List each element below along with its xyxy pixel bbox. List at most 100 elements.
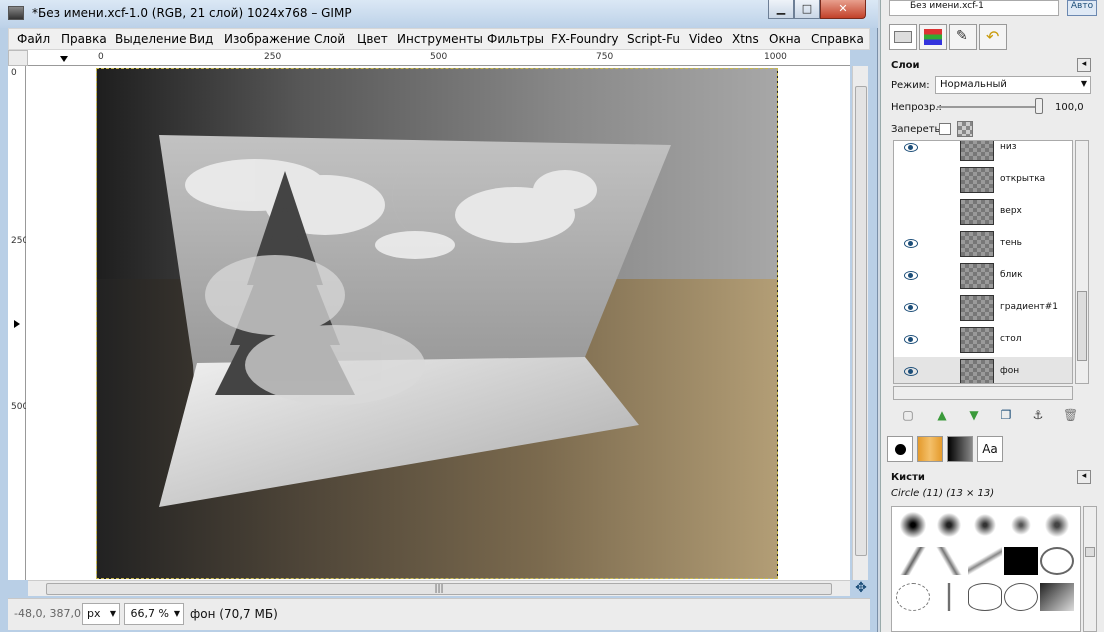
layer-row[interactable]: тень	[894, 229, 1072, 261]
layer-row[interactable]: блик	[894, 261, 1072, 293]
brushes-scrollbar[interactable]	[1083, 506, 1097, 632]
menu-file[interactable]: Файл	[17, 32, 50, 46]
menu-view[interactable]: Вид	[189, 32, 213, 46]
visibility-eye-icon[interactable]	[904, 335, 918, 344]
auto-button[interactable]: Авто	[1067, 0, 1097, 16]
fonts-tab[interactable]: Aa	[977, 436, 1003, 462]
brush-thumb[interactable]	[896, 511, 930, 539]
layers-tab[interactable]	[889, 24, 917, 50]
brush-thumb[interactable]	[1040, 583, 1074, 611]
layers-scroll-thumb[interactable]	[1077, 291, 1087, 361]
layer-name: верх	[1000, 206, 1022, 216]
maximize-button[interactable]: □	[794, 0, 820, 19]
brush-thumb[interactable]	[968, 511, 1002, 539]
brushes-scroll-thumb[interactable]	[1085, 547, 1095, 557]
gimp-image-window: *Без имени.xcf-1.0 (RGB, 21 слой) 1024x7…	[0, 0, 878, 632]
brush-thumb[interactable]	[1004, 511, 1038, 539]
close-button[interactable]: ✕	[820, 0, 866, 19]
layer-row[interactable]: градиент#1	[894, 293, 1072, 325]
layer-row[interactable]: фон	[894, 357, 1072, 383]
brush-info: Circle (11) (13 × 13)	[891, 488, 995, 499]
menu-bar: Файл Правка Выделение Вид Изображение Сл…	[8, 28, 870, 50]
layer-row[interactable]: стол	[894, 325, 1072, 357]
minimize-button[interactable]: ▁	[768, 0, 794, 19]
lock-alpha-icon[interactable]	[957, 121, 973, 137]
brush-thumb[interactable]	[968, 583, 1002, 611]
horizontal-ruler[interactable]: 0 250 500 750 1000	[28, 50, 850, 66]
visibility-eye-icon[interactable]	[904, 303, 918, 312]
horizontal-scrollbar[interactable]: |||	[28, 580, 850, 596]
pointer-marker	[60, 56, 68, 62]
brush-thumb[interactable]	[1040, 511, 1074, 539]
layers-hscrollbar[interactable]	[893, 386, 1073, 400]
brush-thumb[interactable]	[932, 547, 966, 575]
brushes-grid[interactable]	[891, 506, 1081, 632]
menu-select[interactable]: Выделение	[115, 32, 186, 46]
visibility-eye-icon[interactable]	[904, 367, 918, 376]
patterns-tab[interactable]	[917, 436, 943, 462]
menu-filters[interactable]: Фильтры	[487, 32, 544, 46]
brush-thumb[interactable]	[1040, 547, 1074, 575]
brush-thumb[interactable]	[1004, 583, 1038, 611]
gradients-tab[interactable]	[947, 436, 973, 462]
menu-help[interactable]: Справка	[811, 32, 864, 46]
brush-thumb[interactable]	[896, 583, 930, 611]
menu-edit[interactable]: Правка	[61, 32, 107, 46]
paths-tab[interactable]: ✎	[949, 24, 977, 50]
opacity-slider-handle[interactable]	[1035, 98, 1043, 114]
ruler-corner[interactable]	[8, 50, 28, 66]
layer-thumbnail	[960, 141, 994, 161]
menu-image[interactable]: Изображение	[224, 32, 310, 46]
brush-thumb[interactable]	[932, 583, 966, 611]
new-layer-icon[interactable]: ▢	[901, 408, 915, 422]
lock-pixels-checkbox[interactable]	[939, 123, 951, 135]
brushes-tab[interactable]	[887, 436, 913, 462]
raise-layer-icon[interactable]: ▲	[935, 408, 949, 422]
brush-thumb[interactable]	[1004, 547, 1038, 575]
menu-xtns[interactable]: Xtns	[732, 32, 759, 46]
horizontal-scroll-thumb[interactable]: |||	[46, 583, 832, 595]
unit-select[interactable]: px ▼	[82, 603, 120, 625]
vertical-ruler[interactable]: 0 250 500	[8, 66, 28, 580]
panel-menu-icon[interactable]: ◂	[1077, 470, 1091, 484]
menu-windows[interactable]: Окна	[769, 32, 801, 46]
layer-name: тень	[1000, 238, 1022, 248]
layer-thumbnail	[960, 167, 994, 193]
brush-thumb[interactable]	[932, 511, 966, 539]
visibility-eye-icon[interactable]	[904, 271, 918, 280]
delete-layer-icon[interactable]: 🗑	[1063, 408, 1078, 422]
chevron-down-icon: ▼	[109, 609, 116, 618]
brush-thumb[interactable]	[896, 547, 930, 575]
brush-thumb[interactable]	[968, 547, 1002, 575]
visibility-eye-icon[interactable]	[904, 143, 918, 152]
menu-colors[interactable]: Цвет	[357, 32, 388, 46]
layers-list[interactable]: низ открытка верх тень блик градиент#1 стол фон	[893, 140, 1073, 384]
undo-tab[interactable]: ↶	[979, 24, 1007, 50]
mode-select[interactable]: Нормальный ▼	[935, 76, 1091, 94]
dock-panel: Без имени.xcf-1 Авто ✎ ↶ Слои ◂ Режим: Н…	[880, 0, 1104, 632]
canvas-area[interactable]	[26, 66, 850, 580]
duplicate-layer-icon[interactable]: ❐	[999, 408, 1013, 422]
image-canvas[interactable]	[96, 68, 778, 579]
vertical-scrollbar[interactable]	[852, 66, 868, 580]
lower-layer-icon[interactable]: ▼	[967, 408, 981, 422]
visibility-eye-icon[interactable]	[904, 239, 918, 248]
image-select[interactable]: Без имени.xcf-1	[889, 0, 1059, 16]
anchor-layer-icon[interactable]: ⚓	[1031, 408, 1045, 422]
navigate-icon[interactable]: ✥	[852, 580, 870, 598]
menu-layer[interactable]: Слой	[314, 32, 345, 46]
layer-row[interactable]: верх	[894, 197, 1072, 229]
menu-tools[interactable]: Инструменты	[397, 32, 483, 46]
channels-icon	[924, 29, 942, 45]
zoom-select[interactable]: 66,7 % ▼	[124, 603, 184, 625]
layer-row[interactable]: открытка	[894, 165, 1072, 197]
menu-fx-foundry[interactable]: FX-Foundry	[551, 32, 619, 46]
menu-video[interactable]: Video	[689, 32, 723, 46]
layers-scrollbar[interactable]	[1075, 140, 1089, 384]
layer-row[interactable]: низ	[894, 141, 1072, 165]
panel-menu-icon[interactable]: ◂	[1077, 58, 1091, 72]
opacity-slider-track[interactable]	[937, 106, 1041, 108]
channels-tab[interactable]	[919, 24, 947, 50]
vertical-scroll-thumb[interactable]	[855, 86, 867, 556]
menu-script-fu[interactable]: Script-Fu	[627, 32, 680, 46]
